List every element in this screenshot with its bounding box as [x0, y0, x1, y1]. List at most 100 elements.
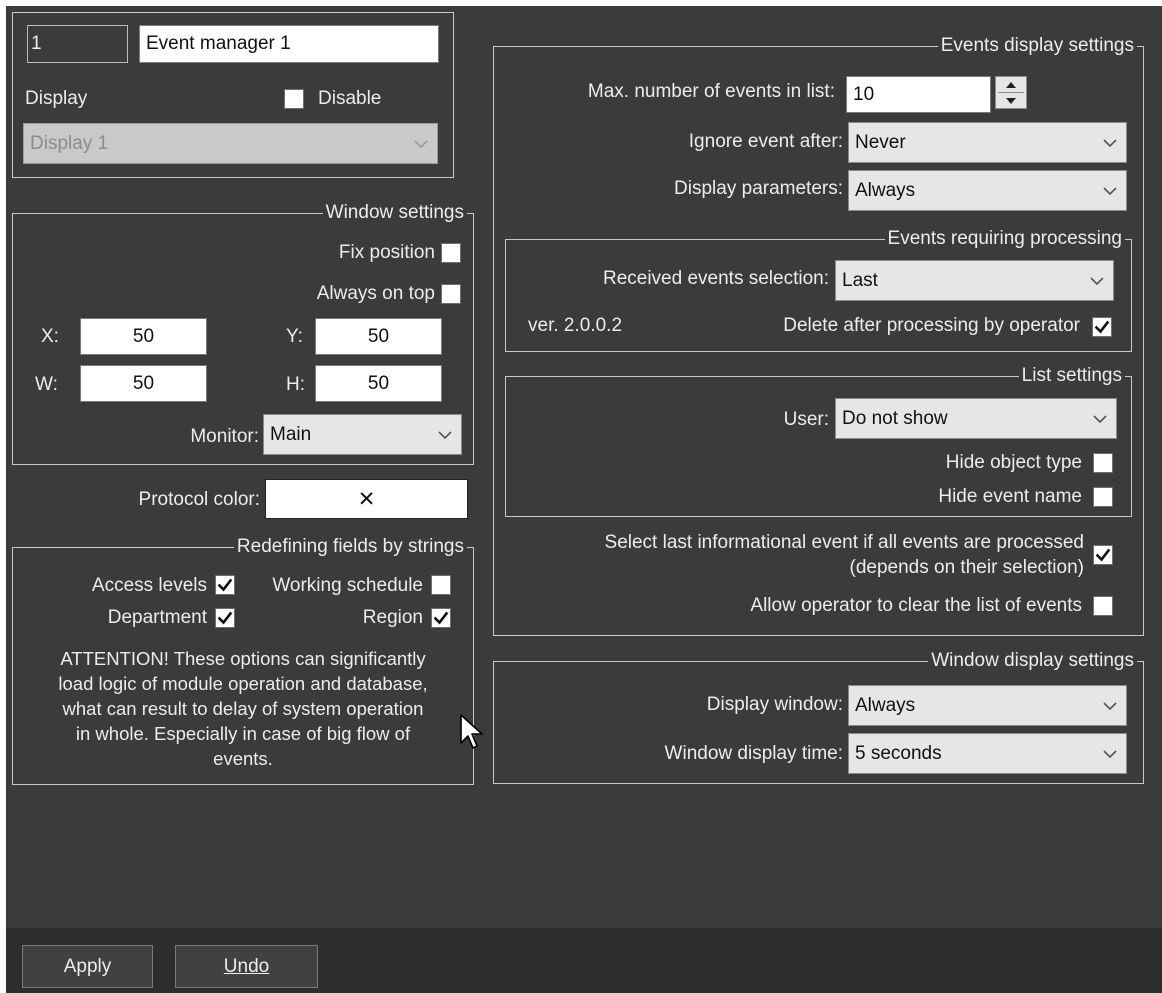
protocol-color-label: Protocol color:	[138, 489, 260, 510]
undo-button[interactable]: Undo	[175, 945, 318, 988]
display-time-value: 5 seconds	[855, 742, 942, 764]
undo-button-label: Undo	[223, 955, 270, 977]
window-settings-title: Window settings	[322, 201, 467, 225]
attention-line: in whole. Especially in case of big flow…	[75, 723, 411, 744]
mouse-cursor-icon	[459, 713, 485, 757]
monitor-value: Main	[270, 423, 312, 445]
received-events-label: Received events selection:	[602, 268, 829, 289]
chevron-down-icon	[1092, 414, 1108, 424]
display-label: Display	[25, 88, 88, 109]
attention-line: load logic of module operation and datab…	[58, 673, 428, 694]
hide-object-type-label: Hide object type	[945, 452, 1082, 473]
display-time-label: Window display time:	[664, 743, 843, 764]
object-id-field[interactable]: 1	[27, 25, 128, 63]
display-window-label: Display window:	[706, 694, 843, 715]
received-events-select[interactable]: Last	[835, 260, 1114, 301]
ignore-after-value: Never	[855, 131, 906, 153]
select-last-checkbox[interactable]	[1093, 545, 1113, 565]
chevron-down-icon	[1102, 749, 1118, 759]
ignore-after-select[interactable]: Never	[848, 122, 1127, 163]
w-field[interactable]: 50	[80, 365, 207, 402]
w-label: W:	[35, 374, 58, 395]
user-select[interactable]: Do not show	[835, 398, 1117, 439]
display-select: Display 1	[23, 123, 438, 164]
spin-up-icon[interactable]	[996, 77, 1026, 92]
window-display-title: Window display settings	[928, 649, 1137, 673]
events-display-title: Events display settings	[937, 34, 1137, 58]
select-last-line2: (depends on their selection)	[849, 557, 1084, 578]
hide-event-name-checkbox[interactable]	[1093, 487, 1113, 507]
max-events-value: 10	[853, 83, 875, 105]
department-label: Department	[107, 607, 207, 628]
h-value: 50	[367, 372, 390, 394]
redefining-title: Redefining fields by strings	[233, 535, 467, 559]
display-params-select[interactable]: Always	[848, 170, 1127, 211]
disable-checkbox[interactable]	[284, 89, 304, 109]
display-time-select[interactable]: 5 seconds	[848, 733, 1127, 774]
display-window-select[interactable]: Always	[848, 685, 1127, 726]
access-levels-checkbox[interactable]	[215, 575, 235, 595]
chevron-down-icon	[1102, 186, 1118, 196]
allow-clear-checkbox[interactable]	[1093, 596, 1113, 616]
apply-button[interactable]: Apply	[22, 945, 153, 988]
x-field[interactable]: 50	[80, 318, 207, 355]
processing-title: Events requiring processing	[884, 227, 1125, 251]
user-value: Do not show	[842, 407, 948, 429]
fix-position-label: Fix position	[338, 242, 435, 263]
always-on-top-checkbox[interactable]	[441, 284, 461, 304]
object-name-field[interactable]: Event manager 1	[139, 25, 439, 63]
chevron-down-icon	[1102, 138, 1118, 148]
monitor-label: Monitor:	[190, 426, 259, 447]
object-name-value: Event manager 1	[146, 33, 291, 54]
attention-line: events.	[213, 748, 273, 769]
display-params-value: Always	[855, 179, 916, 201]
max-events-spinner[interactable]	[995, 76, 1027, 109]
max-events-label: Max. number of events in list:	[587, 81, 835, 102]
display-params-label: Display parameters:	[674, 178, 843, 199]
h-label: H:	[286, 374, 305, 395]
monitor-select[interactable]: Main	[263, 414, 462, 455]
delete-after-label: Delete after processing by operator	[783, 315, 1080, 336]
spin-down-icon[interactable]	[996, 93, 1026, 108]
fix-position-checkbox[interactable]	[441, 243, 461, 263]
chevron-down-icon	[437, 430, 453, 440]
working-schedule-label: Working schedule	[272, 575, 423, 596]
h-field[interactable]: 50	[315, 365, 442, 402]
disable-label: Disable	[318, 88, 382, 109]
region-checkbox[interactable]	[431, 608, 451, 628]
working-schedule-checkbox[interactable]	[431, 575, 451, 595]
delete-after-checkbox[interactable]	[1092, 317, 1112, 337]
hide-object-type-checkbox[interactable]	[1093, 453, 1113, 473]
attention-text: ATTENTION! These options can significant…	[18, 646, 468, 771]
list-settings-title: List settings	[1018, 364, 1125, 388]
access-levels-label: Access levels	[91, 575, 207, 596]
select-last-line1: Select last informational event if all e…	[604, 532, 1084, 553]
user-label: User:	[783, 409, 829, 430]
hide-event-name-label: Hide event name	[938, 486, 1082, 507]
version-label: ver. 2.0.0.2	[528, 315, 623, 336]
region-label: Region	[362, 607, 423, 628]
chevron-down-icon	[1089, 276, 1105, 286]
allow-clear-label: Allow operator to clear the list of even…	[750, 595, 1082, 616]
always-on-top-label: Always on top	[316, 283, 435, 304]
chevron-down-icon	[413, 139, 429, 149]
attention-line: ATTENTION! These options can significant…	[60, 648, 426, 669]
ignore-after-label: Ignore event after:	[688, 131, 843, 152]
apply-button-label: Apply	[63, 955, 112, 977]
department-checkbox[interactable]	[215, 608, 235, 628]
display-window-value: Always	[855, 694, 916, 716]
chevron-down-icon	[1102, 701, 1118, 711]
display-select-value: Display 1	[30, 132, 109, 154]
x-value: 50	[132, 325, 155, 347]
object-id-value: 1	[31, 33, 42, 54]
attention-line: what can result to delay of system opera…	[62, 698, 424, 719]
protocol-color-picker[interactable]: ✕	[265, 479, 468, 519]
max-events-field[interactable]: 10	[846, 76, 991, 113]
x-label: X:	[41, 326, 59, 347]
w-value: 50	[132, 372, 155, 394]
y-label: Y:	[286, 326, 303, 347]
select-last-label: Select last informational event if all e…	[605, 530, 1084, 580]
clear-color-icon: ✕	[357, 487, 376, 511]
received-events-value: Last	[842, 269, 878, 291]
y-field[interactable]: 50	[315, 318, 442, 355]
